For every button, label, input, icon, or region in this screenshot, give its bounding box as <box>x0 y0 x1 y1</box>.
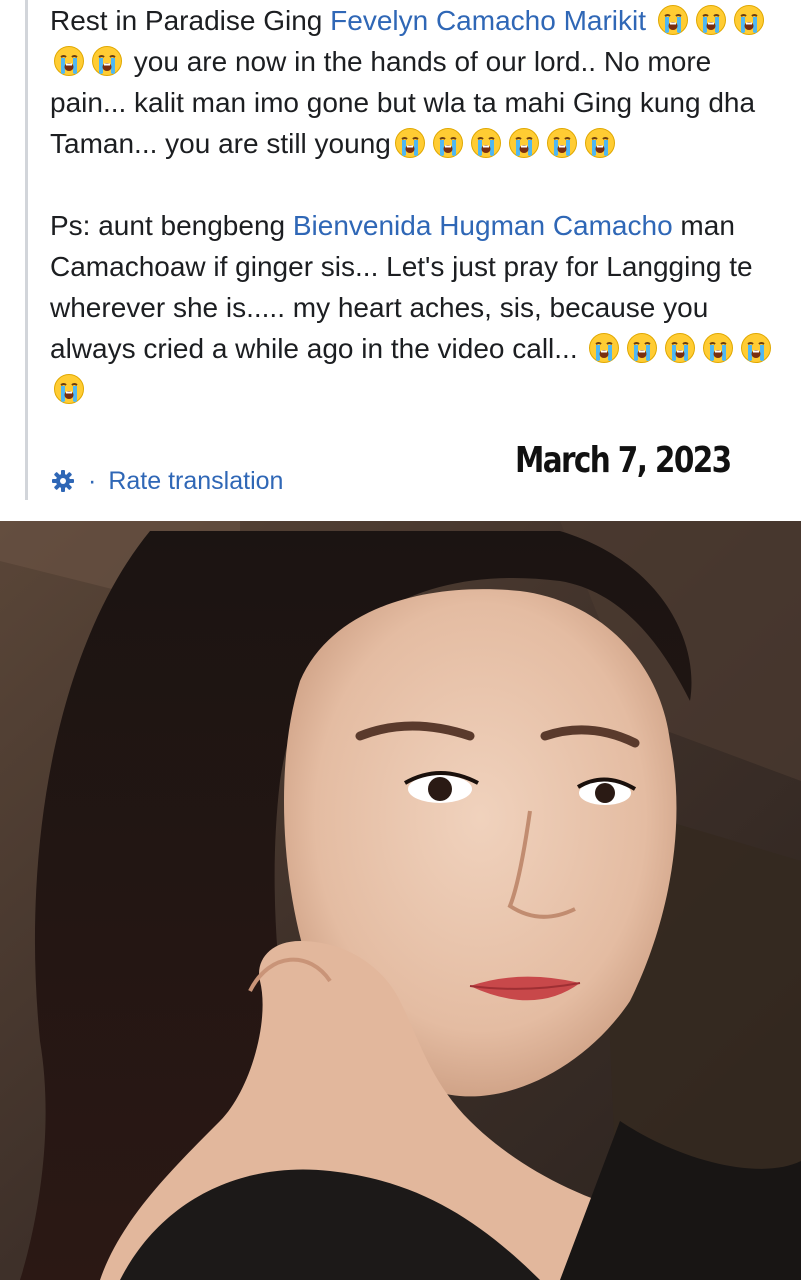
gear-icon[interactable] <box>50 468 76 494</box>
separator-dot: · <box>88 466 97 495</box>
crying-face-emoji-icon <box>733 4 765 36</box>
date-overlay-text: March 7, 2023 <box>515 440 732 481</box>
crying-face-emoji-icon <box>53 373 85 405</box>
crying-face-emoji-icon <box>584 127 616 159</box>
crying-face-emoji-icon <box>470 127 502 159</box>
crying-face-emoji-icon <box>695 4 727 36</box>
crying-face-emoji-icon <box>588 332 620 364</box>
post-text-segment: Rest in Paradise Ging <box>50 5 331 36</box>
quote-bar <box>25 0 28 500</box>
portrait-photo <box>0 521 801 1280</box>
crying-face-emoji-icon <box>53 45 85 77</box>
post-paragraph-1: Rest in Paradise Ging Fevelyn Camacho Ma… <box>50 0 795 164</box>
facebook-post: Rest in Paradise Ging Fevelyn Camacho Ma… <box>0 0 801 505</box>
crying-face-emoji-icon <box>546 127 578 159</box>
crying-face-emoji-icon <box>91 45 123 77</box>
rate-translation-link[interactable]: Rate translation <box>108 467 283 496</box>
crying-face-emoji-icon <box>432 127 464 159</box>
post-paragraph-2: Ps: aunt bengbeng Bienvenida Hugman Cama… <box>50 205 795 410</box>
crying-face-emoji-icon <box>740 332 772 364</box>
rate-translation-row: · Rate translation <box>50 464 283 498</box>
post-text-segment: Ps: aunt bengbeng <box>50 210 293 241</box>
mention-link-bienvenida[interactable]: Bienvenida Hugman Camacho <box>293 210 673 241</box>
crying-face-emoji-icon <box>508 127 540 159</box>
mention-link-fevelyn[interactable]: Fevelyn Camacho Marikit <box>330 5 646 36</box>
portrait-photo-graphic <box>0 521 801 1280</box>
post-text: Rest in Paradise Ging Fevelyn Camacho Ma… <box>50 0 795 410</box>
crying-face-emoji-icon <box>664 332 696 364</box>
crying-face-emoji-icon <box>626 332 658 364</box>
crying-face-emoji-icon <box>394 127 426 159</box>
crying-face-emoji-icon <box>657 4 689 36</box>
crying-face-emoji-icon <box>702 332 734 364</box>
